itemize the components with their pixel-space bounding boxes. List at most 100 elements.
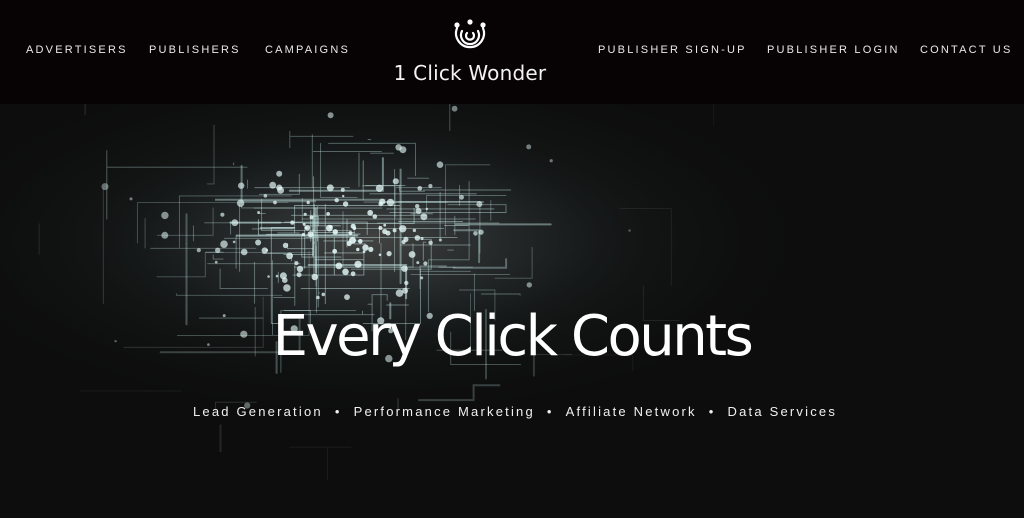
nav-publisher-login[interactable]: PUBLISHER LOGIN xyxy=(767,44,900,56)
nav-advertisers[interactable]: ADVERTISERS xyxy=(26,44,128,56)
nav-campaigns[interactable]: CAMPAIGNS xyxy=(265,44,350,56)
network-node xyxy=(428,183,433,189)
network-node xyxy=(296,272,302,278)
network-node xyxy=(196,248,201,253)
network-node xyxy=(327,112,334,119)
network-node xyxy=(386,251,392,257)
network-node xyxy=(342,268,349,276)
network-node xyxy=(309,215,314,220)
network-node xyxy=(215,247,221,253)
network-node xyxy=(414,235,421,241)
network-node xyxy=(459,194,464,200)
network-node xyxy=(346,240,352,247)
network-node xyxy=(526,282,532,288)
network-node xyxy=(231,219,239,227)
network-node xyxy=(476,201,483,208)
hero-headline: Every Click Counts xyxy=(272,304,754,369)
network-node xyxy=(348,231,353,236)
network-node xyxy=(220,212,225,217)
nav-publishers[interactable]: PUBLISHERS xyxy=(149,44,241,56)
network-node xyxy=(282,242,289,249)
network-node xyxy=(367,209,374,216)
network-node xyxy=(375,184,384,192)
brand-name: 1 Click Wonder xyxy=(393,61,547,85)
network-node xyxy=(276,170,283,177)
network-node xyxy=(378,253,382,257)
network-node xyxy=(451,105,458,112)
network-node xyxy=(255,239,262,246)
network-node xyxy=(473,231,478,236)
network-node xyxy=(423,261,428,266)
network-node xyxy=(344,294,350,300)
network-node xyxy=(362,244,369,251)
network-node xyxy=(240,248,248,256)
network-node xyxy=(286,252,293,260)
network-node xyxy=(378,226,383,230)
network-node xyxy=(415,204,420,209)
network-node xyxy=(412,228,417,233)
network-node xyxy=(420,236,424,241)
network-node xyxy=(232,240,236,244)
network-node xyxy=(236,199,245,207)
network-node xyxy=(161,211,169,220)
network-node xyxy=(428,240,433,245)
service-data-services: Data Services xyxy=(727,404,838,419)
network-node xyxy=(392,178,399,185)
network-node xyxy=(358,239,363,244)
network-node xyxy=(321,292,326,297)
logo-icon xyxy=(454,19,486,49)
network-node xyxy=(416,261,420,265)
network-node xyxy=(401,265,408,272)
network-node xyxy=(404,280,409,286)
network-node xyxy=(340,187,345,192)
network-node xyxy=(238,182,245,189)
brand-logo[interactable]: 1 Click Wonder xyxy=(390,14,550,90)
network-node xyxy=(378,201,384,207)
network-node xyxy=(386,198,395,207)
network-node xyxy=(267,275,270,278)
network-node xyxy=(283,284,291,292)
nav-contact-us[interactable]: CONTACT US xyxy=(920,44,1013,56)
network-node xyxy=(316,295,320,300)
network-node xyxy=(303,212,307,216)
service-lead-generation: Lead Generation xyxy=(192,404,323,419)
nav-publisher-signup[interactable]: PUBLISHER SIGN-UP xyxy=(598,44,747,56)
network-node xyxy=(269,181,277,189)
network-node xyxy=(275,274,279,278)
service-performance-marketing: Performance Marketing xyxy=(353,404,535,419)
network-node xyxy=(301,232,305,237)
network-node xyxy=(326,184,334,192)
network-node xyxy=(628,229,631,232)
network-node xyxy=(290,220,295,225)
network-node xyxy=(306,200,310,205)
network-node xyxy=(129,197,133,201)
network-node xyxy=(399,146,407,154)
network-node xyxy=(342,194,345,198)
network-node xyxy=(420,276,424,280)
network-node xyxy=(356,247,360,252)
network-node xyxy=(549,159,553,163)
network-node xyxy=(436,161,444,168)
network-node xyxy=(101,183,109,191)
network-node xyxy=(399,225,407,233)
network-node xyxy=(332,248,338,254)
network-node xyxy=(214,260,218,264)
network-node xyxy=(408,251,416,258)
network-node xyxy=(401,239,406,245)
network-node xyxy=(282,277,288,283)
network-node xyxy=(294,261,299,266)
network-node xyxy=(332,229,338,235)
network-node xyxy=(438,238,442,242)
network-node xyxy=(392,228,397,233)
network-node xyxy=(368,246,374,252)
hero-services: Lead Generation • Performance Marketing • Af… xyxy=(0,404,1024,419)
separator-dot: • xyxy=(334,404,342,419)
separator-dot: • xyxy=(708,404,716,419)
service-affiliate-network: Affiliate Network xyxy=(565,404,697,419)
network-node xyxy=(352,226,357,230)
network-node xyxy=(415,207,422,214)
network-node xyxy=(263,194,268,198)
network-node xyxy=(425,207,429,211)
network-node xyxy=(273,200,277,205)
network-node xyxy=(277,186,285,194)
